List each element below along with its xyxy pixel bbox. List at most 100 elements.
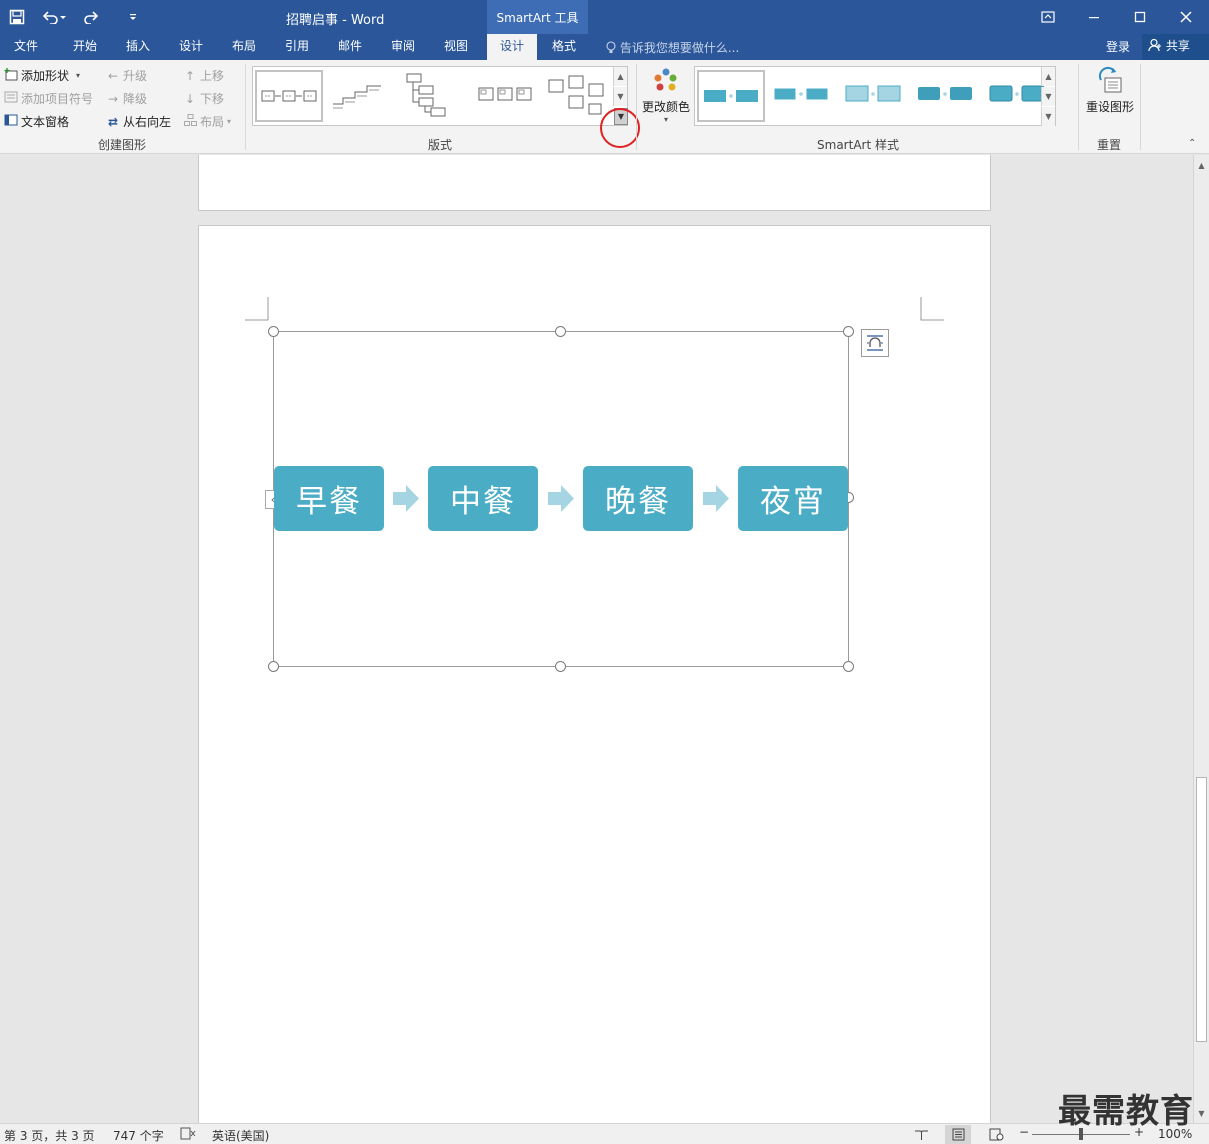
resize-handle[interactable] [843, 326, 854, 337]
right-to-left-label: 从右向左 [123, 115, 172, 129]
process-step[interactable]: 中餐 [428, 466, 538, 531]
process-arrow [548, 485, 574, 512]
resize-handle[interactable] [555, 661, 566, 672]
style-white-outline[interactable] [769, 70, 837, 122]
layouts-gallery: ▲ ▼ ▼ [252, 66, 628, 126]
demote-label: 降级 [123, 92, 148, 106]
layout-picture-process[interactable] [473, 70, 541, 122]
smartart-styles-group-label: SmartArt 样式 [817, 138, 899, 152]
scroll-down-arrow[interactable]: ▼ [1194, 1105, 1209, 1121]
watermark: 最需教育 [1058, 1091, 1194, 1130]
share-label: 共享 [1165, 39, 1190, 53]
styles-more-button[interactable]: ▼ [1041, 107, 1055, 126]
resize-handle[interactable] [268, 326, 279, 337]
tab-design[interactable]: 设计 [166, 34, 216, 60]
scroll-up-arrow[interactable]: ▲ [1194, 157, 1209, 173]
text-pane-button[interactable]: 文本窗格 [4, 113, 69, 130]
style-subtle-effect[interactable] [841, 70, 909, 122]
read-mode-icon[interactable] [908, 1125, 934, 1144]
add-shape-label: 添加形状 [21, 69, 70, 83]
move-down-button[interactable]: ↓ 下移 [183, 90, 224, 107]
tab-insert[interactable]: 插入 [113, 34, 163, 60]
tell-me-box[interactable]: 告诉我您想要做什么... [606, 39, 739, 56]
smartart-tools-label: SmartArt 工具 [487, 0, 588, 34]
layout-button[interactable]: 布局 ▾ [183, 113, 231, 130]
palette-icon [642, 66, 690, 98]
reset-graphic-label: 重设图形 [1085, 100, 1134, 114]
group-divider [636, 64, 637, 150]
process-arrow [703, 485, 729, 512]
reset-graphic-button[interactable]: 重设图形 [1084, 66, 1136, 128]
web-layout-icon[interactable] [983, 1125, 1009, 1144]
smartart-graphic[interactable]: ‹ 早餐 中餐 晚餐 夜宵 [265, 326, 854, 672]
login-link[interactable]: 登录 [1106, 38, 1130, 55]
tab-view[interactable]: 视图 [431, 34, 481, 60]
move-down-label: 下移 [200, 92, 225, 106]
change-colors-button[interactable]: 更改颜色 ▾ [642, 66, 690, 128]
status-bar: 第 3 页，共 3 页 747 个字 英语(美国) − + 100% [0, 1123, 1209, 1144]
tab-references[interactable]: 引用 [272, 34, 322, 60]
demote-button[interactable]: → 降级 [106, 90, 147, 107]
proofing-icon[interactable] [180, 1127, 196, 1143]
title-bar: 招聘启事 - Word SmartArt 工具 [0, 0, 1209, 34]
customize-qat-icon[interactable] [116, 0, 150, 34]
org-layout-icon [183, 114, 197, 129]
layout-hierarchy-list[interactable] [401, 70, 469, 122]
layout-step-up-process[interactable] [329, 70, 397, 122]
undo-icon[interactable] [34, 0, 74, 34]
ribbon-display-options-icon[interactable] [1025, 0, 1071, 34]
scrollbar-thumb[interactable] [1196, 777, 1207, 1042]
resize-handle[interactable] [843, 661, 854, 672]
tab-mailings[interactable]: 邮件 [325, 34, 375, 60]
style-moderate-effect[interactable] [913, 70, 981, 122]
move-up-label: 上移 [200, 69, 225, 83]
layout-options-button[interactable] [861, 329, 889, 357]
swap-direction-icon: ⇄ [107, 114, 119, 129]
tab-file[interactable]: 文件 [0, 34, 52, 60]
group-divider [1140, 64, 1141, 150]
print-layout-icon[interactable] [945, 1125, 971, 1144]
change-colors-label: 更改颜色 [642, 100, 691, 114]
right-to-left-button[interactable]: ⇄ 从右向左 [106, 113, 171, 130]
gallery-scroll-down[interactable]: ▼ [613, 87, 627, 106]
tab-smartart-design[interactable]: 设计 [487, 34, 537, 60]
collapse-ribbon-icon[interactable]: ⌃ [1188, 138, 1196, 149]
layout-basic-process[interactable] [255, 70, 323, 122]
tab-smartart-format[interactable]: 格式 [539, 34, 589, 60]
text-wrap-icon [867, 335, 883, 351]
language[interactable]: 英语(美国) [212, 1127, 269, 1144]
save-icon[interactable] [0, 0, 34, 34]
style-simple-fill[interactable] [697, 70, 765, 122]
text-pane-icon [4, 114, 18, 129]
zoom-out-button[interactable]: − [1019, 1125, 1029, 1139]
add-bullet-label: 添加项目符号 [21, 92, 94, 106]
resize-handle[interactable] [268, 661, 279, 672]
tab-review[interactable]: 审阅 [378, 34, 428, 60]
tab-home[interactable]: 开始 [60, 34, 110, 60]
tab-layout[interactable]: 布局 [219, 34, 269, 60]
quick-access-toolbar [0, 0, 150, 34]
gallery-scroll-up[interactable]: ▲ [613, 67, 627, 86]
process-step[interactable]: 夜宵 [738, 466, 848, 531]
close-icon[interactable] [1163, 0, 1209, 34]
page-count[interactable]: 第 3 页，共 3 页 [4, 1127, 95, 1144]
layout-bending-process[interactable] [545, 70, 613, 122]
styles-scroll-down[interactable]: ▼ [1041, 87, 1055, 106]
styles-scroll-up[interactable]: ▲ [1041, 67, 1055, 86]
promote-button[interactable]: ← 升级 [106, 67, 147, 84]
minimize-icon[interactable] [1071, 0, 1117, 34]
process-step[interactable]: 晚餐 [583, 466, 693, 531]
process-step[interactable]: 早餐 [274, 466, 384, 531]
vertical-scrollbar[interactable]: ▲ ▼ [1193, 155, 1209, 1123]
text-pane-label: 文本窗格 [21, 115, 70, 129]
redo-icon[interactable] [74, 0, 108, 34]
move-up-button[interactable]: ↑ 上移 [183, 67, 224, 84]
add-bullet-button[interactable]: 添加项目符号 [4, 90, 93, 107]
crop-mark [245, 297, 269, 321]
maximize-icon[interactable] [1117, 0, 1163, 34]
share-button[interactable]: 共享 [1142, 34, 1209, 60]
reset-group-label: 重置 [1096, 138, 1121, 152]
resize-handle[interactable] [555, 326, 566, 337]
add-shape-button[interactable]: 添加形状 ▾ [4, 67, 80, 84]
word-count[interactable]: 747 个字 [113, 1127, 164, 1144]
